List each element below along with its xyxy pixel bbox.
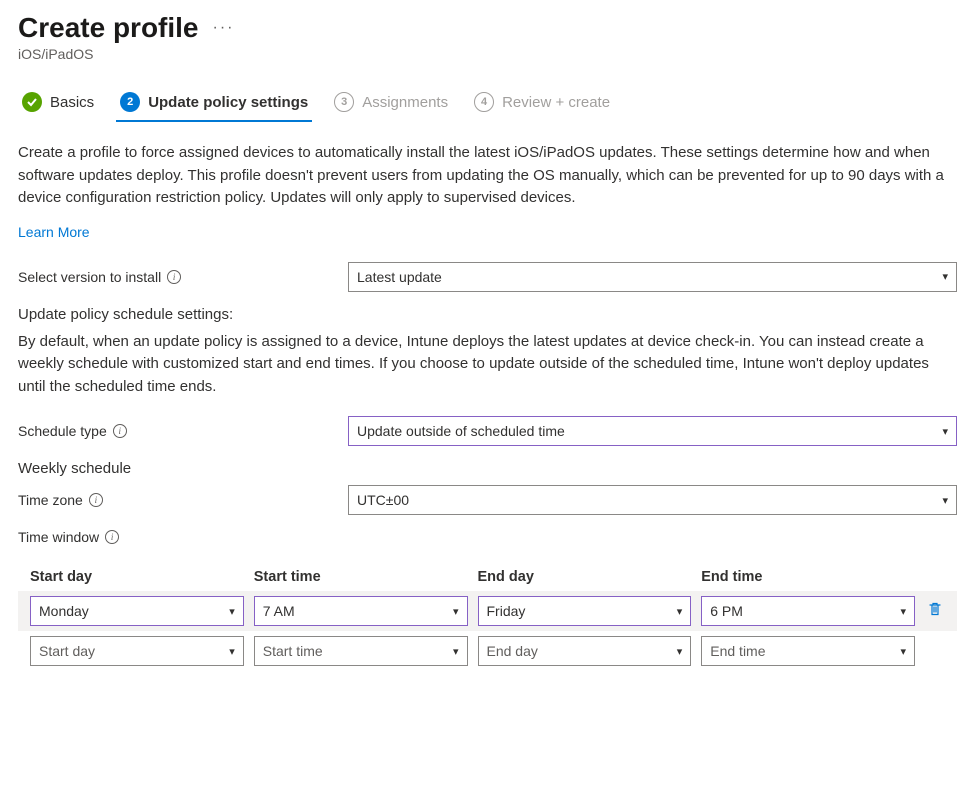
step-number-icon: 4 [474,92,494,112]
version-label: Select version to install i [18,269,348,285]
end-day-select[interactable]: End day ▾ [478,636,692,666]
select-value: Monday [39,603,89,619]
info-icon[interactable]: i [105,530,119,544]
version-select[interactable]: Latest update ▾ [348,262,957,292]
chevron-down-icon: ▾ [900,645,906,658]
chevron-down-icon: ▾ [453,645,459,658]
tab-review-create[interactable]: 4 Review + create [470,86,614,122]
schedule-section-title: Update policy schedule settings: [18,306,957,323]
end-day-select[interactable]: Friday ▾ [478,596,692,626]
tab-label: Review + create [502,94,610,111]
select-value: Latest update [357,269,442,285]
learn-more-link[interactable]: Learn More [18,224,90,240]
info-icon[interactable]: i [113,424,127,438]
version-row: Select version to install i Latest updat… [18,262,957,292]
select-value: Friday [487,603,526,619]
timezone-row: Time zone i UTC±00 ▾ [18,485,957,515]
table-row: Monday ▾ 7 AM ▾ Friday ▾ 6 PM ▾ [18,591,957,631]
schedule-section-desc: By default, when an update policy is ass… [18,331,957,399]
chevron-down-icon: ▾ [942,270,948,283]
timewindow-label: Time window i [18,529,348,545]
start-day-select[interactable]: Start day ▾ [30,636,244,666]
start-day-select[interactable]: Monday ▾ [30,596,244,626]
wizard-tabs: Basics 2 Update policy settings 3 Assign… [18,86,957,122]
page-header: Create profile ··· iOS/iPadOS [18,12,957,62]
page-subtitle: iOS/iPadOS [18,46,957,62]
select-value: 7 AM [263,603,295,619]
schedule-type-row: Schedule type i Update outside of schedu… [18,416,957,446]
start-time-select[interactable]: Start time ▾ [254,636,468,666]
delete-icon[interactable] [925,601,945,622]
weekly-schedule-title: Weekly schedule [18,460,957,477]
col-end-time: End time [701,569,915,585]
step-number-icon: 2 [120,92,140,112]
chevron-down-icon: ▾ [677,645,683,658]
timezone-select[interactable]: UTC±00 ▾ [348,485,957,515]
info-icon[interactable]: i [89,493,103,507]
tab-label: Update policy settings [148,94,308,111]
step-number-icon: 3 [334,92,354,112]
page-title: Create profile [18,12,199,44]
chevron-down-icon: ▾ [453,605,459,618]
select-value: Update outside of scheduled time [357,423,565,439]
timewindow-row: Time window i [18,529,957,545]
select-value: End day [487,643,538,659]
select-value: 6 PM [710,603,743,619]
col-end-day: End day [478,569,692,585]
select-value: Start day [39,643,95,659]
table-header: Start day Start time End day End time [18,563,957,591]
chevron-down-icon: ▾ [942,425,948,438]
chevron-down-icon: ▾ [229,605,235,618]
info-icon[interactable]: i [167,270,181,284]
chevron-down-icon: ▾ [900,605,906,618]
select-value: UTC±00 [357,492,409,508]
schedule-type-select[interactable]: Update outside of scheduled time ▾ [348,416,957,446]
table-row: Start day ▾ Start time ▾ End day ▾ End t… [18,631,957,671]
select-value: End time [710,643,765,659]
col-start-day: Start day [30,569,244,585]
check-icon [22,92,42,112]
start-time-select[interactable]: 7 AM ▾ [254,596,468,626]
timezone-label: Time zone i [18,492,348,508]
select-value: Start time [263,643,323,659]
tab-assignments[interactable]: 3 Assignments [330,86,452,122]
chevron-down-icon: ▾ [677,605,683,618]
tab-label: Assignments [362,94,448,111]
end-time-select[interactable]: End time ▾ [701,636,915,666]
more-icon[interactable]: ··· [213,19,235,37]
tab-basics[interactable]: Basics [18,86,98,122]
end-time-select[interactable]: 6 PM ▾ [701,596,915,626]
chevron-down-icon: ▾ [229,645,235,658]
tab-update-policy[interactable]: 2 Update policy settings [116,86,312,122]
time-window-table: Start day Start time End day End time Mo… [18,563,957,671]
col-start-time: Start time [254,569,468,585]
schedule-type-label: Schedule type i [18,423,348,439]
chevron-down-icon: ▾ [942,494,948,507]
tab-label: Basics [50,94,94,111]
description-text: Create a profile to force assigned devic… [18,142,957,210]
